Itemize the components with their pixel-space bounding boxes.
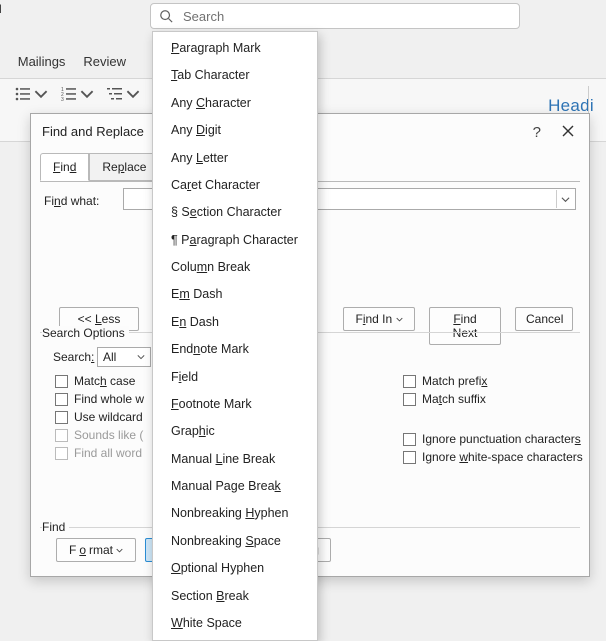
svg-text:3: 3 [61, 97, 64, 101]
find-section-label: Find [42, 520, 69, 534]
find-whole-words-checkbox[interactable]: Find whole w [55, 392, 144, 406]
find-in-button[interactable]: Find In [343, 307, 415, 331]
search-placeholder: Search [183, 9, 224, 24]
search-icon [159, 9, 173, 23]
ribbon-tab-mailings[interactable]: Mailings [18, 54, 66, 69]
use-wildcards-checkbox[interactable]: Use wildcard [55, 410, 143, 424]
special-menu-item[interactable]: Field [153, 364, 317, 391]
special-menu-item[interactable]: Nonbreaking Space [153, 528, 317, 555]
special-menu-item[interactable]: Em Dash [153, 281, 317, 308]
search-direction-select[interactable]: All [97, 347, 151, 367]
ignore-punctuation-checkbox[interactable]: Ignore punctuation characters [403, 432, 581, 446]
special-menu: Paragraph MarkTab CharacterAny Character… [152, 31, 318, 641]
app-title: - Word [0, 2, 2, 16]
special-menu-item[interactable]: Caret Character [153, 172, 317, 199]
chevron-down-icon [33, 87, 49, 101]
ribbon-tab-review[interactable]: Review [83, 54, 126, 69]
search-direction-label: Search: [53, 350, 94, 364]
special-menu-item[interactable]: Column Break [153, 254, 317, 281]
tab-replace[interactable]: Replace [89, 153, 159, 181]
search-direction-value: All [103, 350, 116, 364]
match-case-checkbox[interactable]: Match case [55, 374, 135, 388]
special-menu-item[interactable]: Any Character [153, 90, 317, 117]
special-menu-item[interactable]: Endnote Mark [153, 336, 317, 363]
chevron-down-icon [79, 87, 95, 101]
ribbon-tabs: es Mailings Review [0, 54, 126, 69]
chevron-down-icon [396, 316, 403, 323]
special-menu-item[interactable]: Graphic [153, 418, 317, 445]
special-menu-item[interactable]: Tab Character [153, 62, 317, 89]
find-what-label: Find what: [44, 194, 99, 208]
find-next-button[interactable]: Find Next [429, 307, 501, 345]
special-menu-item[interactable]: Nonbreaking Hyphen [153, 500, 317, 527]
find-all-word-forms-checkbox[interactable]: Find all word [55, 446, 142, 460]
close-icon [562, 125, 574, 137]
search-box[interactable]: Search [150, 3, 520, 29]
find-history-dropdown[interactable] [556, 190, 574, 208]
chevron-down-icon [561, 195, 570, 204]
special-menu-item[interactable]: Paragraph Mark [153, 35, 317, 62]
multilevel-list-button[interactable] [107, 87, 141, 101]
help-button[interactable]: ? [533, 124, 541, 141]
search-options-label: Search Options [42, 326, 129, 340]
bullets-button[interactable] [15, 87, 49, 101]
close-button[interactable] [559, 122, 577, 140]
special-menu-item[interactable]: Any Letter [153, 145, 317, 172]
special-menu-item[interactable]: Footnote Mark [153, 391, 317, 418]
chevron-down-icon [137, 353, 145, 361]
special-menu-item[interactable]: Optional Hyphen [153, 555, 317, 582]
match-suffix-checkbox[interactable]: Match suffix [403, 392, 486, 406]
match-prefix-checkbox[interactable]: Match prefix [403, 374, 487, 388]
tab-find[interactable]: Find [40, 153, 89, 181]
special-menu-item[interactable]: Manual Page Break [153, 473, 317, 500]
dialog-title: Find and Replace [42, 124, 144, 139]
numbering-button[interactable]: 123 [61, 87, 95, 101]
special-menu-item[interactable]: Section Break [153, 583, 317, 610]
special-menu-item[interactable]: § Section Character [153, 199, 317, 226]
special-menu-item[interactable]: ¶ Paragraph Character [153, 227, 317, 254]
special-menu-item[interactable]: White Space [153, 610, 317, 637]
special-menu-item[interactable]: Any Digit [153, 117, 317, 144]
ignore-whitespace-checkbox[interactable]: Ignore white-space characters [403, 450, 583, 464]
cancel-button[interactable]: Cancel [515, 307, 573, 331]
chevron-down-icon [116, 547, 123, 554]
sounds-like-checkbox[interactable]: Sounds like ( [55, 428, 143, 442]
special-menu-item[interactable]: En Dash [153, 309, 317, 336]
chevron-down-icon [125, 87, 141, 101]
special-menu-item[interactable]: Manual Line Break [153, 446, 317, 473]
format-button[interactable]: Format [56, 538, 136, 562]
